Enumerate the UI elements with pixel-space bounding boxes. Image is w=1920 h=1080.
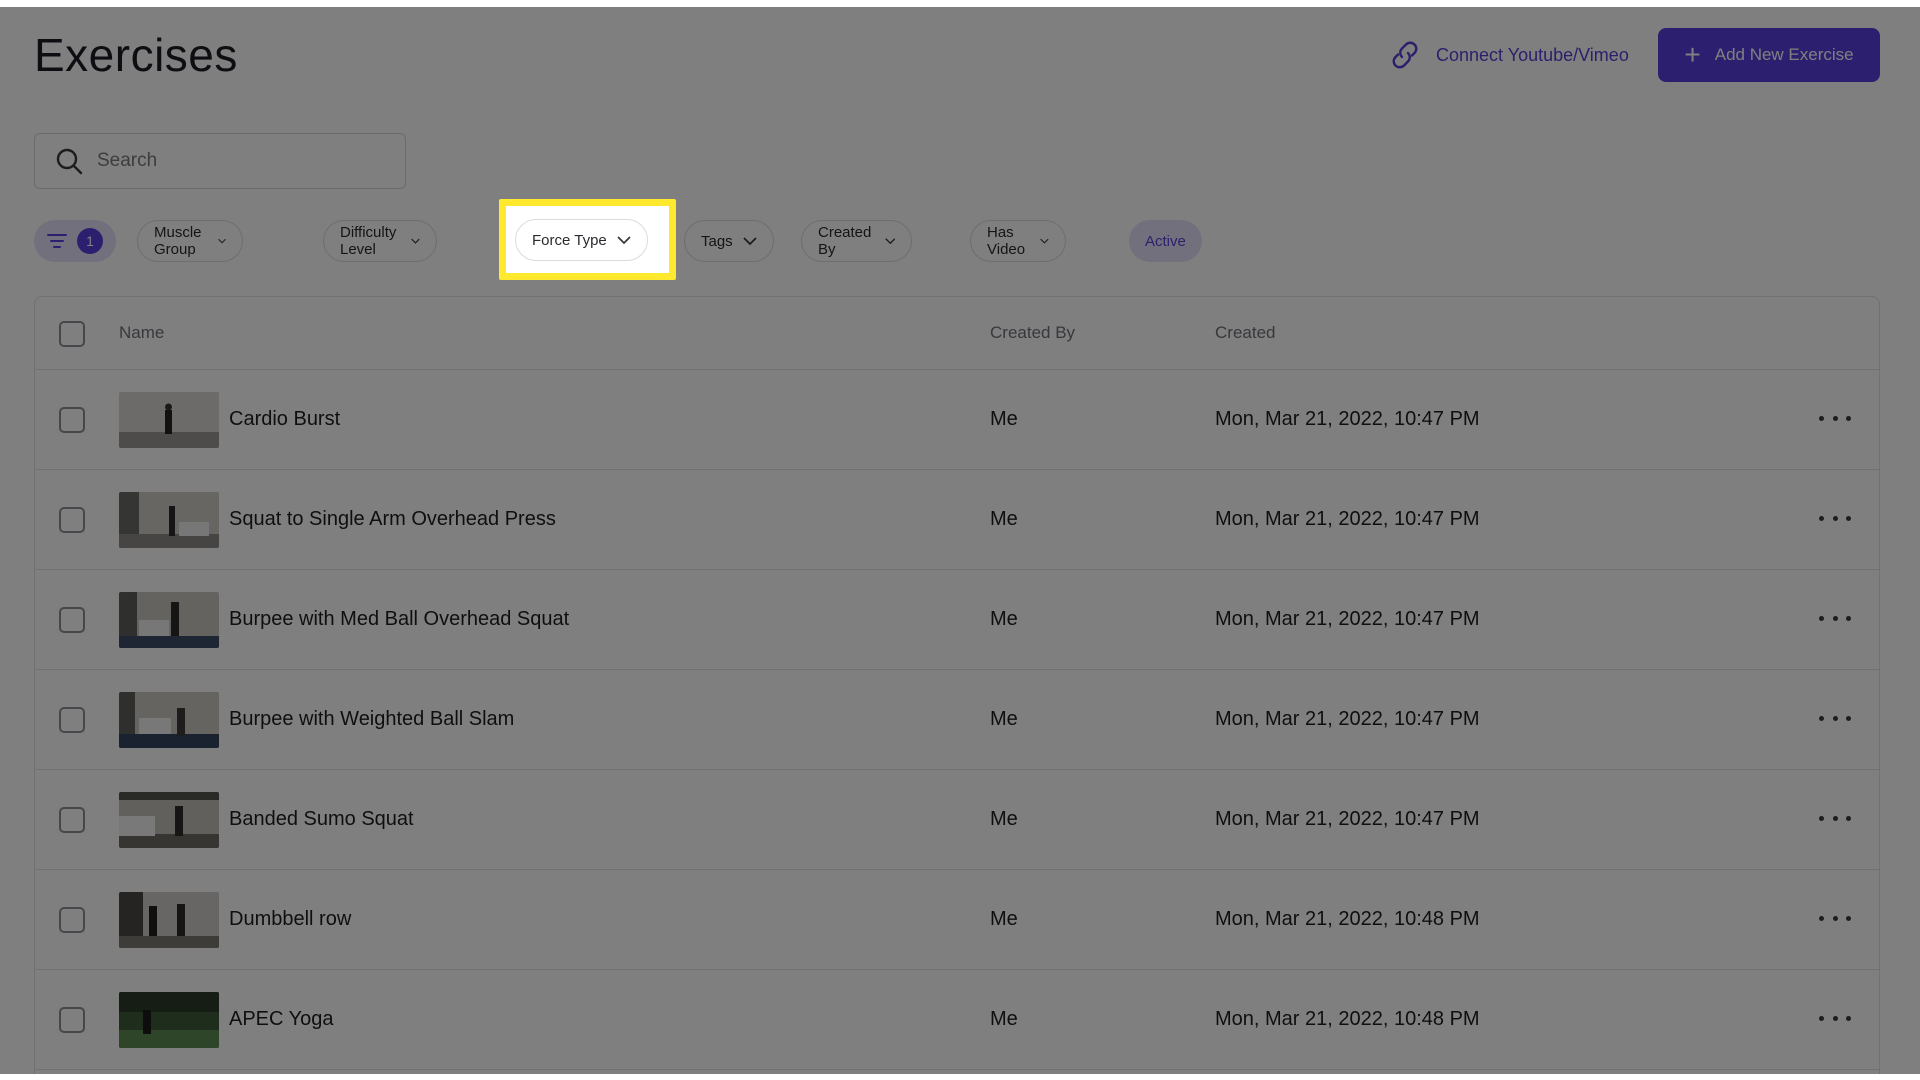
row-checkbox[interactable]	[59, 707, 85, 733]
page-title: Exercises	[34, 29, 238, 81]
top-frame-strip	[0, 0, 1920, 7]
has-video-label: Has Video	[987, 224, 1026, 258]
row-checkbox[interactable]	[59, 507, 85, 533]
row-actions-menu-icon[interactable]	[1819, 806, 1851, 830]
chevron-down-icon	[617, 236, 631, 245]
table-row[interactable]: Burpee with Weighted Ball Slam Me Mon, M…	[35, 670, 1879, 770]
row-actions-menu-icon[interactable]	[1819, 606, 1851, 630]
exercise-thumbnail	[119, 992, 219, 1048]
search-box[interactable]	[34, 133, 406, 189]
has-video-filter[interactable]: Has Video	[970, 220, 1067, 262]
search-icon	[56, 148, 83, 175]
table-row[interactable]: Squat to Single Arm Overhead Press Me Mo…	[35, 470, 1879, 570]
table-row[interactable]: Dumbbell row Me Mon, Mar 21, 2022, 10:48…	[35, 870, 1879, 970]
created-date-value: Mon, Mar 21, 2022, 10:48 PM	[1215, 1008, 1480, 1030]
created-by-value: Me	[990, 1008, 1018, 1030]
created-date-value: Mon, Mar 21, 2022, 10:47 PM	[1215, 508, 1480, 530]
exercise-thumbnail	[119, 392, 219, 448]
connect-label: Connect Youtube/Vimeo	[1436, 44, 1629, 65]
column-header-created-by: Created By	[990, 323, 1076, 342]
filter-lines-icon	[47, 234, 67, 248]
plus-icon: +	[1684, 39, 1701, 70]
created-by-value: Me	[990, 708, 1018, 730]
exercise-name[interactable]: Cardio Burst	[229, 408, 340, 431]
created-by-filter[interactable]: Created By	[801, 220, 913, 262]
table-row[interactable]: APEC Yoga Me Mon, Mar 21, 2022, 10:48 PM	[35, 970, 1879, 1070]
tags-label: Tags	[701, 232, 733, 250]
add-new-exercise-label: Add New Exercise	[1714, 45, 1854, 64]
table-row[interactable]: Burpee with Med Ball Overhead Squat Me M…	[35, 570, 1879, 670]
row-actions-menu-icon[interactable]	[1819, 406, 1851, 430]
exercise-thumbnail	[119, 592, 219, 648]
add-new-exercise-button[interactable]: + Add New Exercise	[1658, 28, 1880, 82]
muscle-group-label: Muscle Group	[154, 224, 202, 258]
bottom-frame-strip	[0, 1074, 1920, 1080]
chevron-down-icon	[1040, 238, 1049, 244]
table-row[interactable]: Cardio Burst Me Mon, Mar 21, 2022, 10:47…	[35, 370, 1879, 470]
chevron-down-icon	[411, 238, 421, 244]
row-actions-menu-icon[interactable]	[1819, 706, 1851, 730]
exercise-name[interactable]: Squat to Single Arm Overhead Press	[229, 508, 556, 531]
chevron-down-icon	[217, 238, 226, 244]
active-status-filter[interactable]: Active	[1129, 220, 1202, 262]
exercise-thumbnail	[119, 692, 219, 748]
search-input[interactable]	[97, 150, 377, 172]
column-header-name: Name	[119, 323, 165, 342]
active-filter-count-badge: 1	[77, 228, 103, 254]
created-date-value: Mon, Mar 21, 2022, 10:47 PM	[1215, 408, 1480, 430]
created-by-value: Me	[990, 908, 1018, 930]
created-by-value: Me	[990, 408, 1018, 430]
row-checkbox[interactable]	[59, 607, 85, 633]
table-header: Name Created By Created	[35, 297, 1879, 370]
highlighted-force-type-filter: Force Type	[499, 199, 676, 280]
exercise-name[interactable]: APEC Yoga	[229, 1008, 334, 1031]
row-actions-menu-icon[interactable]	[1819, 506, 1851, 530]
link-icon	[1392, 41, 1418, 69]
exercise-name[interactable]: Dumbbell row	[229, 908, 351, 931]
chevron-down-icon	[885, 238, 896, 245]
exercise-name[interactable]: Banded Sumo Squat	[229, 808, 414, 831]
connect-youtube-vimeo-link[interactable]: Connect Youtube/Vimeo	[1388, 38, 1629, 72]
row-checkbox[interactable]	[59, 1007, 85, 1033]
table-row[interactable]: Banded Sumo Squat Me Mon, Mar 21, 2022, …	[35, 770, 1879, 870]
difficulty-level-label: Difficulty Level	[340, 224, 397, 258]
exercise-thumbnail	[119, 892, 219, 948]
exercise-thumbnail	[119, 792, 219, 848]
row-checkbox[interactable]	[59, 907, 85, 933]
created-date-value: Mon, Mar 21, 2022, 10:47 PM	[1215, 708, 1480, 730]
exercise-thumbnail	[119, 492, 219, 548]
row-checkbox[interactable]	[59, 407, 85, 433]
row-actions-menu-icon[interactable]	[1819, 906, 1851, 930]
created-by-value: Me	[990, 608, 1018, 630]
force-type-filter[interactable]: Force Type	[515, 219, 648, 261]
created-by-value: Me	[990, 508, 1018, 530]
created-date-value: Mon, Mar 21, 2022, 10:48 PM	[1215, 908, 1480, 930]
exercises-table: Name Created By Created Cardio Burst Me …	[34, 296, 1880, 1076]
created-by-label: Created By	[818, 224, 872, 258]
column-header-created: Created	[1215, 323, 1276, 342]
muscle-group-filter[interactable]: Muscle Group	[137, 220, 243, 262]
row-actions-menu-icon[interactable]	[1819, 1006, 1851, 1030]
exercise-name[interactable]: Burpee with Weighted Ball Slam	[229, 708, 514, 731]
created-date-value: Mon, Mar 21, 2022, 10:47 PM	[1215, 808, 1480, 830]
difficulty-level-filter[interactable]: Difficulty Level	[323, 220, 438, 262]
exercise-name[interactable]: Burpee with Med Ball Overhead Squat	[229, 608, 569, 631]
tags-filter[interactable]: Tags	[684, 220, 774, 262]
exercises-page: Exercises Connect Youtube/Vimeo + Add Ne…	[0, 0, 1920, 1080]
row-checkbox[interactable]	[59, 807, 85, 833]
filter-toggle-button[interactable]: 1	[34, 220, 116, 262]
select-all-checkbox[interactable]	[59, 321, 85, 347]
created-date-value: Mon, Mar 21, 2022, 10:47 PM	[1215, 608, 1480, 630]
chevron-down-icon	[743, 237, 757, 246]
created-by-value: Me	[990, 808, 1018, 830]
force-type-label: Force Type	[532, 231, 607, 249]
